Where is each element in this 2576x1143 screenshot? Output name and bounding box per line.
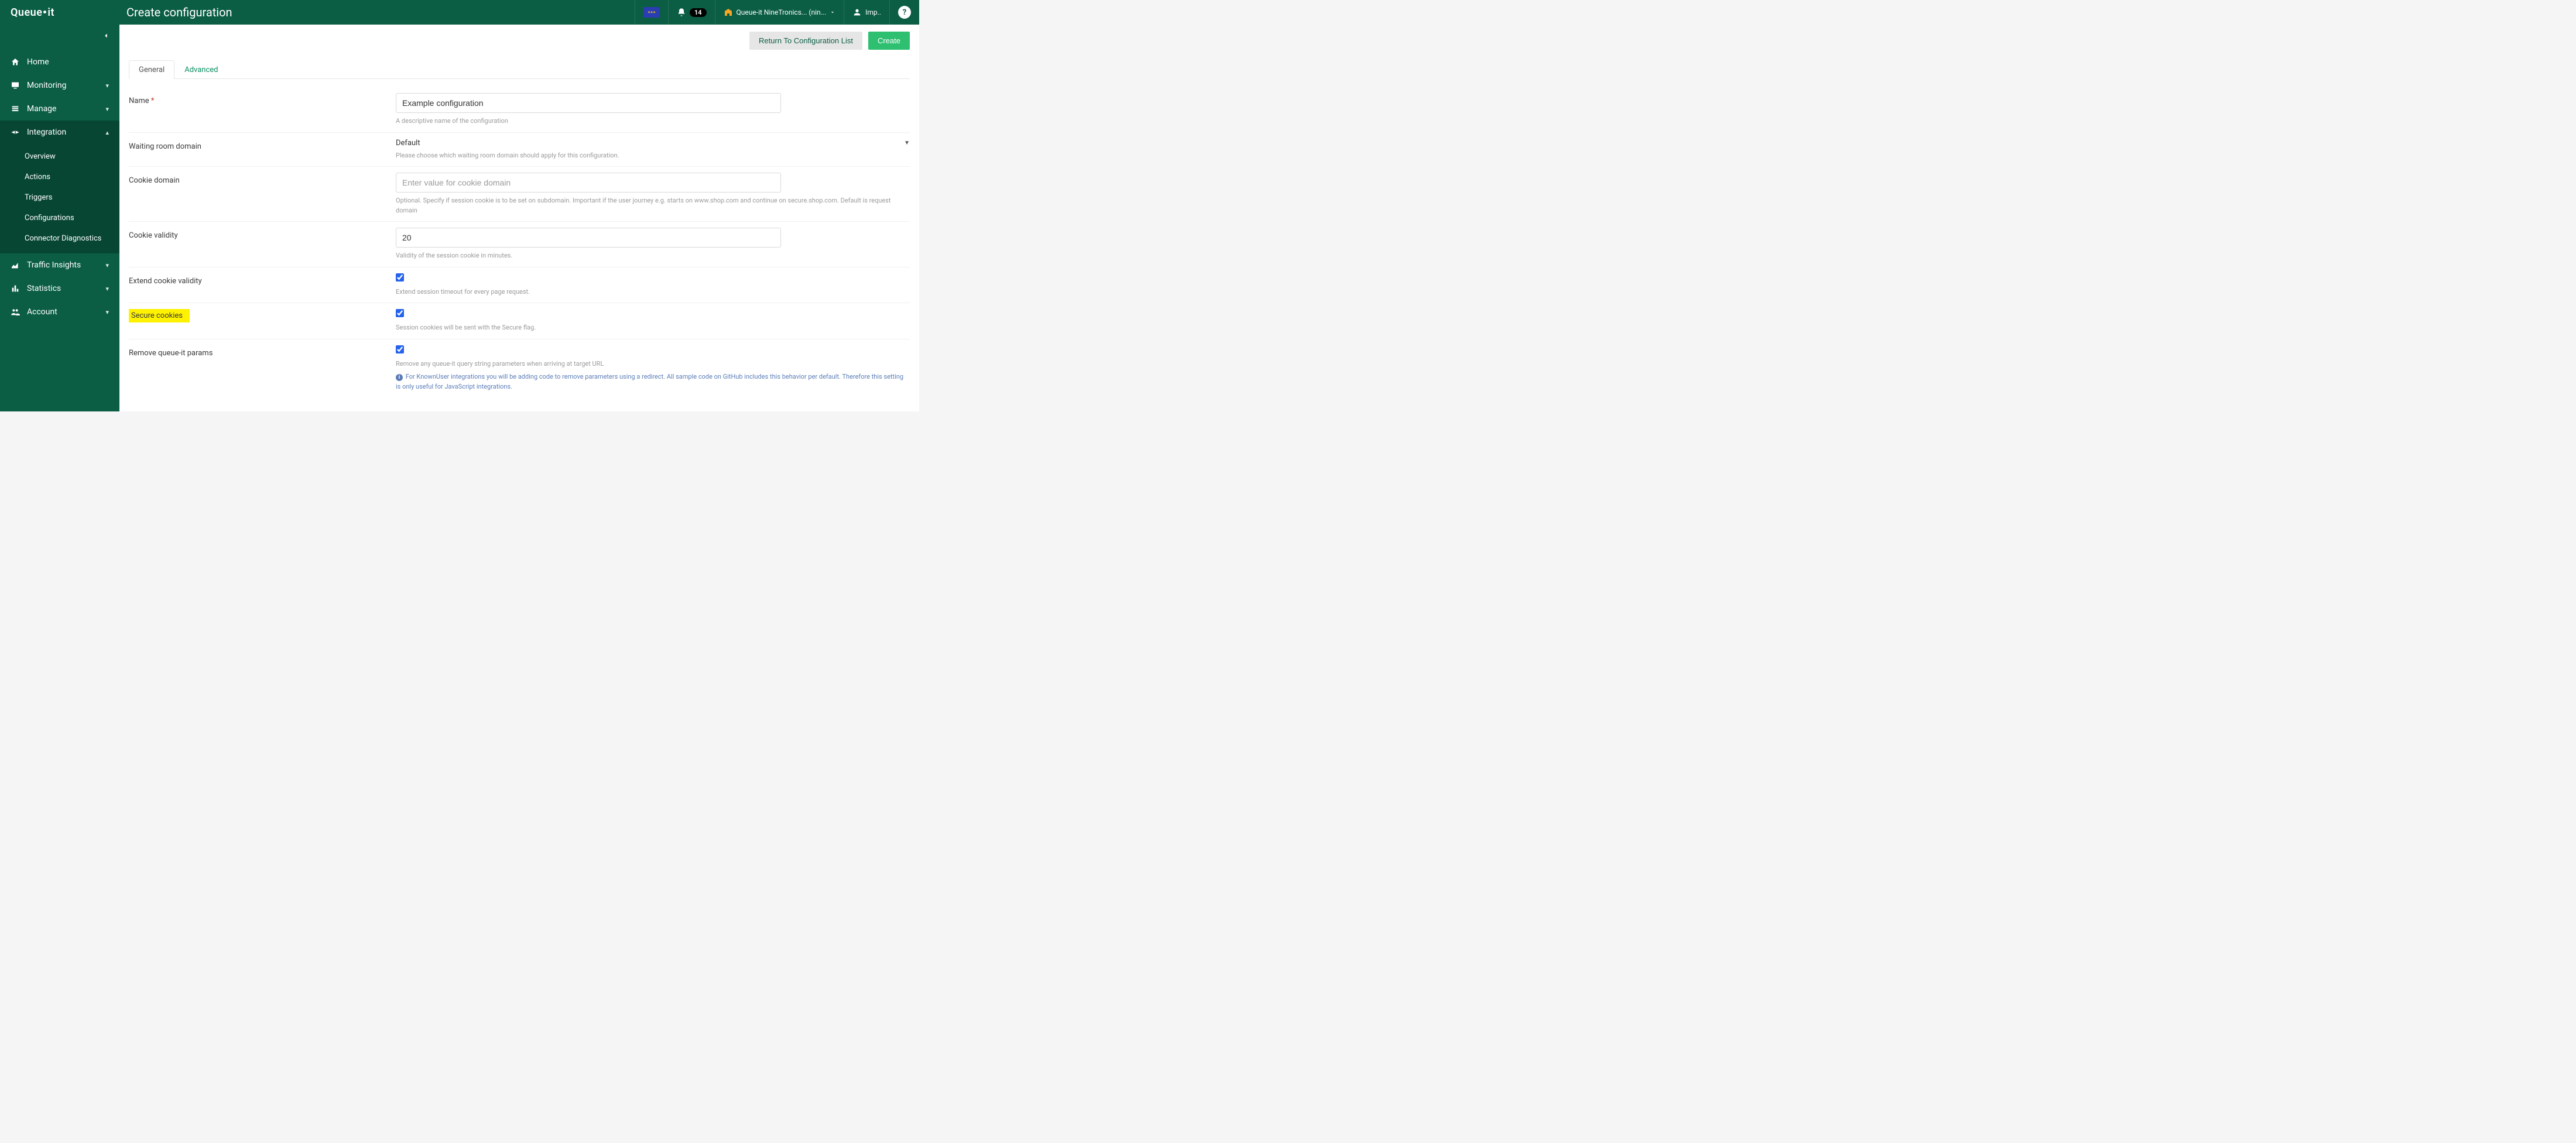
help-button[interactable]: ? (889, 0, 919, 25)
list-icon (11, 104, 20, 114)
form-row-extend-cookie: Extend cookie validity Extend session ti… (129, 267, 910, 304)
cookie-domain-input[interactable] (396, 173, 781, 193)
sidebar-item-label: Integration (27, 128, 66, 137)
sidebar-item-home[interactable]: Home (0, 50, 119, 74)
sidebar-item-integration[interactable]: Integration ▴ (0, 121, 119, 144)
region-flag-eu[interactable]: ★ ★ ★ (635, 0, 668, 25)
create-button[interactable]: Create (868, 32, 910, 50)
sidebar-subitem-connector-diagnostics[interactable]: Connector Diagnostics (0, 228, 119, 249)
chevron-down-icon: ▾ (105, 285, 109, 293)
eu-flag-icon: ★ ★ ★ (643, 7, 660, 18)
sidebar-item-label: Account (27, 307, 57, 317)
help-cookie-validity: Validity of the session cookie in minute… (396, 251, 910, 261)
integration-icon (11, 128, 20, 137)
chevron-down-icon: ▾ (105, 105, 109, 113)
org-icon (724, 8, 733, 17)
form-row-cookie-domain: Cookie domain Optional. Specify if sessi… (129, 167, 910, 222)
top-header: Queueit Create configuration ★ ★ ★ 14 Qu… (0, 0, 919, 25)
help-waiting-room-domain: Please choose which waiting room domain … (396, 151, 910, 161)
users-icon (11, 307, 20, 317)
sidebar-item-account[interactable]: Account ▾ (0, 300, 119, 324)
main-content: Return To Configuration List Create Gene… (119, 25, 919, 411)
label-cookie-validity: Cookie validity (129, 228, 396, 240)
sidebar-item-label: Manage (27, 104, 56, 114)
remove-params-checkbox[interactable] (396, 345, 404, 353)
help-icon: ? (898, 6, 911, 19)
page-title: Create configuration (119, 5, 635, 19)
return-to-list-button[interactable]: Return To Configuration List (749, 32, 862, 50)
form-row-waiting-room-domain: Waiting room domain Default ▼ Please cho… (129, 133, 910, 167)
help-remove-params-1: Remove any queue-it query string paramet… (396, 359, 910, 369)
info-icon: i (396, 374, 403, 381)
label-waiting-room-domain: Waiting room domain (129, 139, 396, 151)
chevron-down-icon (830, 9, 835, 15)
bar-chart-icon (11, 284, 20, 293)
chevron-left-icon (102, 32, 110, 40)
form-row-cookie-validity: Cookie validity Validity of the session … (129, 222, 910, 267)
waiting-room-domain-value[interactable]: Default (396, 139, 420, 147)
secure-cookies-checkbox[interactable] (396, 309, 404, 317)
sidebar-item-label: Traffic Insights (27, 260, 81, 270)
user-icon (852, 8, 862, 17)
label-secure-cookies: Secure cookies (129, 309, 190, 322)
form-row-remove-params: Remove queue-it params Remove any queue-… (129, 339, 910, 398)
sidebar-item-label: Home (27, 57, 49, 67)
sidebar-item-monitoring[interactable]: Monitoring ▾ (0, 74, 119, 97)
notifications-button[interactable]: 14 (668, 0, 715, 25)
cookie-validity-input[interactable] (396, 228, 781, 248)
label-text: Name (129, 97, 149, 105)
sidebar-subitem-configurations[interactable]: Configurations (0, 208, 119, 228)
help-name: A descriptive name of the configuration (396, 116, 910, 126)
brand-logo[interactable]: Queueit (0, 0, 119, 25)
sidebar-item-traffic-insights[interactable]: Traffic Insights ▾ (0, 253, 119, 277)
tab-advanced[interactable]: Advanced (174, 60, 228, 79)
sidebar-item-statistics[interactable]: Statistics ▾ (0, 277, 119, 300)
account-label: Queue-it NineTronics... (nin... (737, 8, 827, 16)
sidebar-subitem-actions[interactable]: Actions (0, 167, 119, 187)
form-row-secure-cookies: Secure cookies Session cookies will be s… (129, 303, 910, 339)
sidebar-item-label: Statistics (27, 284, 61, 293)
account-switcher[interactable]: Queue-it NineTronics... (nin... (715, 0, 844, 25)
dropdown-caret-icon[interactable]: ▼ (904, 140, 910, 146)
sidebar-item-label: Monitoring (27, 81, 67, 90)
chevron-down-icon: ▾ (105, 308, 109, 316)
chevron-down-icon: ▾ (105, 262, 109, 269)
label-extend-cookie: Extend cookie validity (129, 273, 396, 286)
extend-cookie-checkbox[interactable] (396, 273, 404, 282)
tab-bar: General Advanced (129, 60, 910, 79)
help-cookie-domain: Optional. Specify if session cookie is t… (396, 196, 910, 215)
sidebar-item-manage[interactable]: Manage ▾ (0, 97, 119, 121)
help-extend-cookie: Extend session timeout for every page re… (396, 287, 910, 297)
sidebar: Home Monitoring ▾ Manage ▾ Integration ▴… (0, 25, 119, 411)
label-remove-params: Remove queue-it params (129, 345, 396, 358)
help-secure-cookies: Session cookies will be sent with the Se… (396, 323, 910, 333)
form-row-name: Name * A descriptive name of the configu… (129, 87, 910, 133)
monitor-icon (11, 81, 20, 90)
sidebar-subitem-overview[interactable]: Overview (0, 146, 119, 167)
help-remove-params-2: i For KnownUser integrations you will be… (396, 372, 910, 392)
impersonation-user[interactable]: Imp.. (844, 0, 889, 25)
sidebar-subitem-triggers[interactable]: Triggers (0, 187, 119, 208)
home-icon (11, 57, 20, 67)
label-name: Name * (129, 93, 396, 105)
top-action-bar: Return To Configuration List Create (129, 32, 910, 50)
bell-icon (677, 8, 686, 17)
label-cookie-domain: Cookie domain (129, 173, 396, 185)
user-label: Imp.. (865, 8, 881, 16)
sidebar-collapse-button[interactable] (102, 32, 110, 42)
chevron-up-icon: ▴ (105, 129, 109, 136)
required-asterisk: * (151, 97, 155, 105)
notifications-count: 14 (690, 8, 707, 17)
sidebar-subitems-integration: Overview Actions Triggers Configurations… (0, 144, 119, 253)
help-remove-params-2-text: For KnownUser integrations you will be a… (396, 373, 903, 390)
chevron-down-icon: ▾ (105, 82, 109, 90)
name-input[interactable] (396, 93, 781, 113)
chart-line-icon (11, 260, 20, 270)
tab-general[interactable]: General (129, 60, 174, 79)
